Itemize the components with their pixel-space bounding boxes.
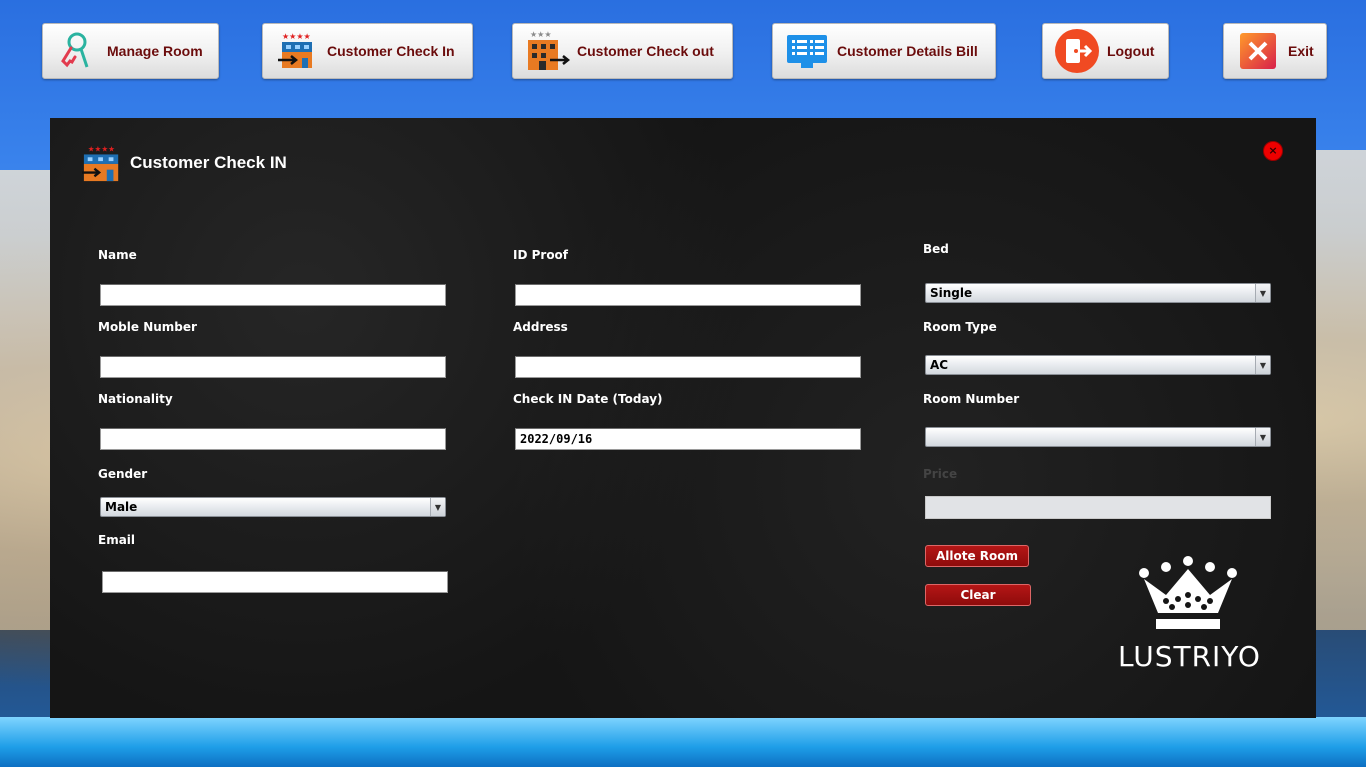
address-label: Address bbox=[513, 320, 568, 334]
crown-logo-icon bbox=[1136, 555, 1240, 639]
gender-value: Male bbox=[105, 500, 138, 514]
email-label: Email bbox=[98, 533, 136, 547]
customer-check-in-button[interactable]: ★★★★ Customer Check In bbox=[262, 23, 473, 79]
check-in-date-input[interactable] bbox=[515, 428, 861, 450]
key-icon bbox=[53, 27, 101, 75]
svg-text:★★★★: ★★★★ bbox=[282, 32, 311, 41]
price-label: Price bbox=[923, 467, 958, 481]
panel-title: Customer Check IN bbox=[130, 153, 287, 172]
address-input[interactable] bbox=[515, 356, 861, 378]
manage-room-label: Manage Room bbox=[107, 43, 203, 59]
gender-label: Gender bbox=[98, 467, 148, 481]
customer-check-in-label: Customer Check In bbox=[327, 43, 455, 59]
background-building-right bbox=[1314, 150, 1366, 630]
chevron-down-icon: ▼ bbox=[1255, 428, 1270, 446]
name-label: Name bbox=[98, 248, 137, 262]
gender-select[interactable]: Male ▼ bbox=[100, 497, 446, 517]
mobile-number-input[interactable] bbox=[100, 356, 446, 378]
customer-details-bill-label: Customer Details Bill bbox=[837, 43, 978, 59]
id-proof-input[interactable] bbox=[515, 284, 861, 306]
logout-label: Logout bbox=[1107, 43, 1155, 59]
bill-list-icon bbox=[783, 27, 831, 75]
check-in-date-label: Check IN Date (Today) bbox=[513, 392, 663, 406]
nationality-input[interactable] bbox=[100, 428, 446, 450]
bed-value: Single bbox=[930, 286, 973, 300]
price-input bbox=[925, 496, 1271, 519]
room-type-label: Room Type bbox=[923, 320, 997, 334]
room-type-value: AC bbox=[930, 358, 949, 372]
customer-check-out-button[interactable]: ★★★ Customer Check out bbox=[512, 23, 733, 79]
hotel-check-out-icon: ★★★ bbox=[523, 27, 571, 75]
exit-button[interactable]: Exit bbox=[1223, 23, 1327, 79]
room-number-label: Room Number bbox=[923, 392, 1020, 406]
room-number-select[interactable]: ▼ bbox=[925, 427, 1271, 447]
logout-button[interactable]: Logout bbox=[1042, 23, 1169, 79]
chevron-down-icon: ▼ bbox=[1255, 356, 1270, 374]
nationality-label: Nationality bbox=[98, 392, 173, 406]
mobile-number-label: Moble Number bbox=[98, 320, 197, 334]
clear-button[interactable]: Clear bbox=[925, 584, 1031, 606]
bed-select[interactable]: Single ▼ bbox=[925, 283, 1271, 303]
id-proof-label: ID Proof bbox=[513, 248, 569, 262]
exit-label: Exit bbox=[1288, 43, 1314, 59]
svg-text:★★★★: ★★★★ bbox=[88, 145, 115, 154]
bed-label: Bed bbox=[923, 242, 949, 256]
manage-room-button[interactable]: Manage Room bbox=[42, 23, 219, 79]
chevron-down-icon: ▼ bbox=[430, 498, 445, 516]
allot-room-button[interactable]: Allote Room bbox=[925, 545, 1029, 567]
close-panel-button[interactable]: × bbox=[1263, 141, 1283, 161]
customer-check-out-label: Customer Check out bbox=[577, 43, 714, 59]
close-icon bbox=[1234, 27, 1282, 75]
name-input[interactable] bbox=[100, 284, 446, 306]
background-pool bbox=[0, 717, 1366, 767]
logout-icon bbox=[1053, 27, 1101, 75]
chevron-down-icon: ▼ bbox=[1255, 284, 1270, 302]
brand-name: LUSTRIYO bbox=[1118, 640, 1261, 673]
email-input[interactable] bbox=[102, 571, 448, 593]
hotel-check-in-icon: ★★★★ bbox=[82, 142, 122, 188]
check-in-panel bbox=[50, 118, 1316, 718]
hotel-check-in-icon: ★★★★ bbox=[273, 27, 321, 75]
svg-text:★★★: ★★★ bbox=[530, 30, 552, 39]
background-building-left bbox=[0, 170, 50, 630]
room-type-select[interactable]: AC ▼ bbox=[925, 355, 1271, 375]
customer-details-bill-button[interactable]: Customer Details Bill bbox=[772, 23, 996, 79]
